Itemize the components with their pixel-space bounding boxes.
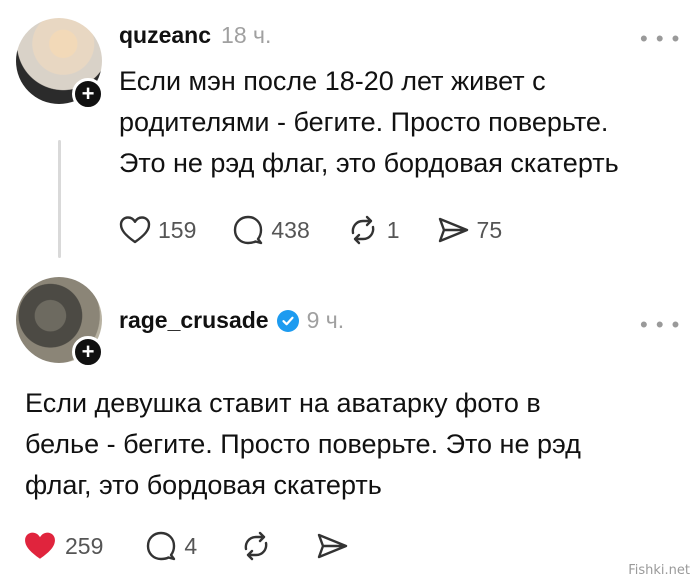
repost-count: 1 [386,216,400,243]
repost-icon [239,531,273,561]
comment-count: 438 [271,216,310,243]
comment-button[interactable]: 438 [232,215,310,245]
comment-bubble-icon [232,215,264,245]
like-button[interactable]: 159 [119,215,196,245]
more-options-button[interactable]: • • • [640,26,680,52]
post-header: quzeanc 18 ч. [119,22,271,49]
heart-filled-icon [22,530,58,562]
share-button[interactable] [315,531,349,561]
send-icon [315,531,349,561]
post-text-line: Это не рэд флаг, это бордовая скатерть [119,148,619,178]
repost-button[interactable] [239,531,273,561]
post-text-line: Если мэн после 18-20 лет живет с [119,66,546,96]
repost-button[interactable]: 1 [346,215,400,245]
heart-icon [119,215,151,245]
post-text: Если мэн после 18-20 лет живет с родител… [119,61,689,184]
post-actions: 159 438 1 75 [119,215,502,245]
more-options-button[interactable]: • • • [640,312,680,338]
post-text: Если девушка ставит на аватарку фото в б… [25,383,685,506]
post-text-line: флаг, это бордовая скатерть [25,470,382,500]
comment-bubble-icon [145,531,177,561]
watermark: Fishki.net [628,563,690,578]
verified-badge-icon [276,309,299,332]
thread-connector-line [58,140,61,258]
username[interactable]: quzeanc [119,22,211,49]
post-time: 9 ч. [306,307,345,333]
comment-count: 4 [184,532,198,559]
like-count: 159 [158,216,197,243]
like-button[interactable]: 259 [22,530,103,562]
post-header: rage_crusade 9 ч. [119,307,344,334]
send-icon [436,215,470,245]
follow-button[interactable]: + [72,78,104,110]
post-actions: 259 4 [22,530,349,562]
username[interactable]: rage_crusade [119,307,269,334]
post-time: 18 ч. [221,22,272,48]
share-button[interactable]: 75 [436,215,503,245]
post-text-line: Если девушка ставит на аватарку фото в [25,388,541,418]
post-text-line: белье - бегите. Просто поверьте. Это не … [25,429,581,459]
post-text-line: родителями - бегите. Просто поверьте. [119,107,609,137]
repost-icon [346,215,380,245]
follow-button[interactable]: + [72,336,104,368]
like-count: 259 [65,532,104,559]
share-count: 75 [476,216,503,243]
comment-button[interactable]: 4 [145,531,197,561]
